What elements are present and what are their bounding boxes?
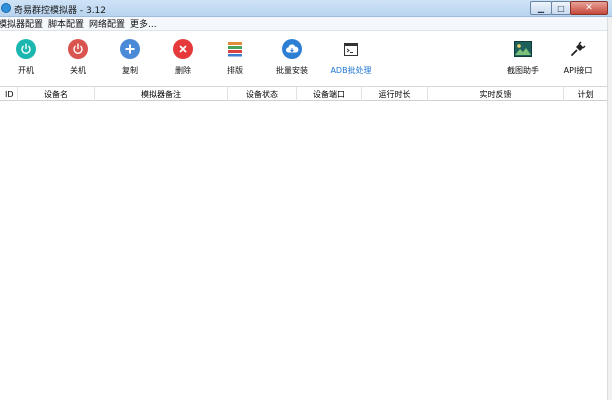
terminal-icon [341,39,361,59]
title-bar: 奇易群控模拟器 - 3.12 ▁ □ ✕ [0,0,612,17]
api-button[interactable]: API接口 [555,39,601,81]
window-right-edge [607,17,612,400]
toolbar: 开机 关机 复制 删除 排版 批量安装 ADB批处理 截图助手 API接口 [0,31,612,84]
adb-batch-label: ADB批处理 [330,66,372,75]
layout-button[interactable]: 排版 [212,39,258,81]
column-header-device-name[interactable]: 设备名 [18,87,95,101]
plug-icon [568,39,588,59]
window-title: 奇易群控模拟器 - 3.12 [14,6,107,16]
power-on-button[interactable]: 开机 [3,39,49,81]
power-icon [16,39,36,59]
menu-bar: 模拟器配置 脚本配置 网络配置 更多... [0,17,612,31]
power-off-button[interactable]: 关机 [55,39,101,81]
minimize-button[interactable]: ▁ [530,1,552,15]
power-off-label: 关机 [70,66,86,75]
screenshot-helper-label: 截图助手 [507,66,539,75]
column-header-id[interactable]: ID [0,87,18,101]
delete-label: 删除 [175,66,191,75]
menu-network-config[interactable]: 网络配置 [89,17,130,30]
adb-batch-button[interactable]: ADB批处理 [326,39,376,81]
close-button[interactable]: ✕ [570,1,608,15]
batch-install-button[interactable]: 批量安装 [269,39,315,81]
plus-icon [120,39,140,59]
image-icon [513,39,533,59]
layout-icon [225,39,245,59]
screenshot-helper-button[interactable]: 截图助手 [498,39,548,81]
maximize-button[interactable]: □ [551,1,571,15]
copy-label: 复制 [122,66,138,75]
column-header-plan[interactable]: 计划 [564,87,607,101]
column-header-emulator-note[interactable]: 模拟器备注 [95,87,228,101]
delete-button[interactable]: 删除 [160,39,206,81]
app-icon [1,3,11,13]
power-off-icon [68,39,88,59]
api-label: API接口 [563,66,593,75]
cloud-install-icon [282,39,302,59]
menu-script-config[interactable]: 脚本配置 [48,17,89,30]
batch-install-label: 批量安装 [276,66,308,75]
device-table-body[interactable] [0,101,607,400]
copy-button[interactable]: 复制 [107,39,153,81]
menu-emulator-config[interactable]: 模拟器配置 [0,17,48,30]
power-on-label: 开机 [18,66,34,75]
device-table-header: ID 设备名 模拟器备注 设备状态 设备端口 运行时长 实时反馈 计划 [0,86,607,101]
column-header-device-port[interactable]: 设备端口 [297,87,362,101]
column-header-device-status[interactable]: 设备状态 [228,87,297,101]
column-header-live-feedback[interactable]: 实时反馈 [428,87,564,101]
layout-label: 排版 [227,66,243,75]
window-controls: ▁ □ ✕ [530,1,608,15]
delete-icon [173,39,193,59]
column-header-run-time[interactable]: 运行时长 [362,87,428,101]
menu-more[interactable]: 更多... [130,17,162,30]
